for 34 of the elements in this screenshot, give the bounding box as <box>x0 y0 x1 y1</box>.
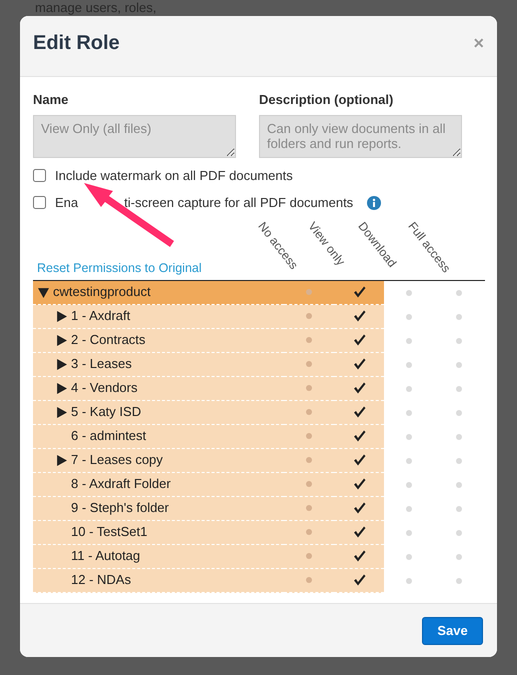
check-icon[interactable] <box>352 574 366 586</box>
checkbox[interactable] <box>33 196 46 210</box>
field-label: Description (optional) <box>259 91 394 109</box>
check-icon[interactable] <box>352 406 366 418</box>
check-icon[interactable] <box>352 454 366 466</box>
text-area[interactable]: Can only view documents in all folders and run reports. <box>259 114 462 158</box>
field-label: Name <box>33 91 70 109</box>
checkbox[interactable] <box>33 168 46 182</box>
folder-name[interactable]: 12 - NDAs <box>71 570 131 590</box>
right-triangle-icon[interactable] <box>56 310 66 322</box>
right-triangle-icon[interactable] <box>56 382 66 394</box>
check-icon[interactable] <box>352 550 366 562</box>
info-icon[interactable] <box>367 196 382 210</box>
right-triangle-icon[interactable] <box>56 358 66 370</box>
check-icon[interactable] <box>352 286 366 298</box>
check-icon[interactable] <box>352 382 366 394</box>
modal-title: Edit Role <box>33 31 120 56</box>
option-label: ti-screen capture for all PDF documents <box>124 194 354 212</box>
check-icon[interactable] <box>352 526 366 538</box>
save-button[interactable]: Save <box>422 616 483 644</box>
right-triangle-icon[interactable] <box>56 334 66 346</box>
check-icon[interactable] <box>352 334 366 346</box>
down-triangle-icon[interactable] <box>38 286 48 298</box>
folder-name[interactable]: 1 - Axdraft <box>71 306 130 326</box>
text-area[interactable]: View Only (all files) <box>33 114 236 158</box>
check-icon[interactable] <box>352 358 366 370</box>
right-triangle-icon[interactable] <box>56 406 66 418</box>
check-icon[interactable] <box>352 310 366 322</box>
right-triangle-icon[interactable] <box>56 454 66 466</box>
option-label: Include watermark on all PDF documents <box>55 166 293 184</box>
option-label: Ena <box>55 194 78 212</box>
check-icon[interactable] <box>352 430 366 442</box>
check-icon[interactable] <box>352 502 366 514</box>
check-icon[interactable] <box>352 478 366 490</box>
